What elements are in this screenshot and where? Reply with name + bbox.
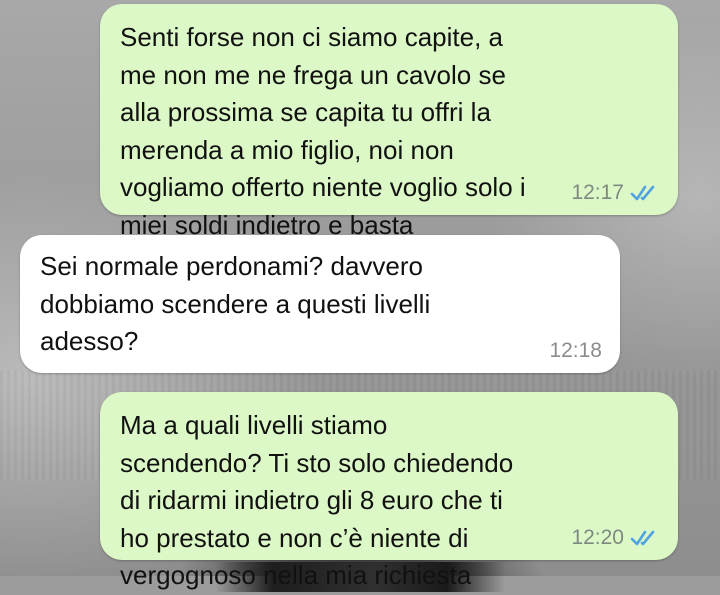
double-check-read-icon — [630, 185, 655, 201]
outgoing-message-bubble[interactable]: Senti forse non ci siamo capite, a me no… — [100, 4, 678, 240]
incoming-message-bubble[interactable]: Sei normale perdonami? davvero dobbiamo … — [20, 235, 620, 373]
message-meta: 12:20 — [571, 526, 660, 550]
message-text: Senti forse non ci siamo capite, a me no… — [120, 22, 533, 240]
message-meta: 12:17 — [571, 181, 660, 205]
message-text: Sei normale perdonami? davvero dobbiamo … — [40, 251, 438, 356]
message-text: Ma a quali livelli stiamo scendendo? Ti … — [120, 410, 521, 590]
message-meta: 12:18 — [549, 339, 602, 363]
message-time: 12:18 — [549, 339, 602, 362]
outgoing-message-bubble[interactable]: Ma a quali livelli stiamo scendendo? Ti … — [100, 392, 678, 590]
message-time: 12:17 — [571, 181, 624, 204]
double-check-read-icon — [630, 530, 655, 546]
message-time: 12:20 — [571, 526, 624, 549]
